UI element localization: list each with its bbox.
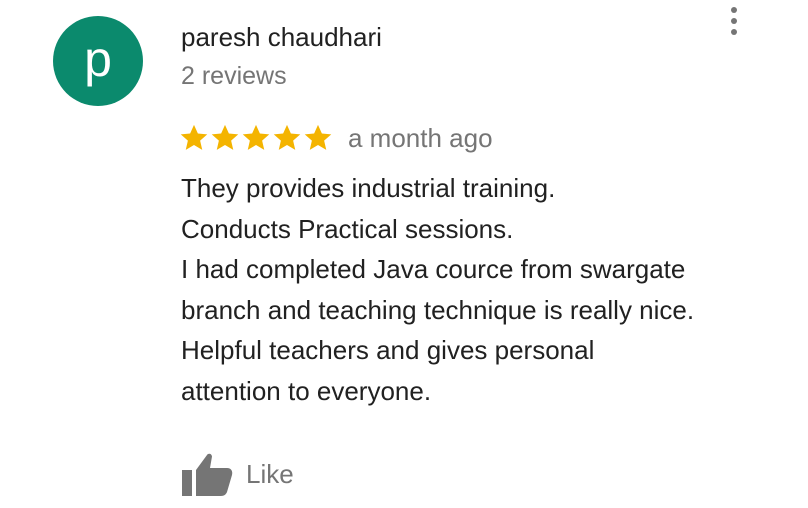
more-vertical-icon-dot (731, 7, 737, 13)
author-name[interactable]: paresh chaudhari (181, 22, 382, 53)
review-text-line: They provides industrial training. (181, 173, 556, 203)
star-icon (211, 124, 239, 150)
thumbs-up-icon (182, 453, 233, 496)
like-button[interactable]: Like (180, 448, 294, 500)
more-options-button[interactable] (718, 0, 750, 42)
star-icon (242, 124, 270, 150)
review-text-line: branch and teaching technique is really … (181, 294, 695, 325)
star-icon (180, 124, 208, 150)
review-text-line: Helpful teachers and gives personal (181, 335, 595, 365)
like-label: Like (246, 458, 294, 489)
more-vertical-icon-dot (731, 29, 737, 35)
review-date: a month ago (348, 122, 493, 153)
star-rating (179, 123, 333, 153)
review-text-line: I had completed Java cource from swargat… (181, 254, 686, 284)
more-vertical-icon-dot (731, 18, 737, 24)
review-text-line: Conducts Practical sessions. (181, 213, 514, 244)
star-icon (304, 124, 332, 150)
review-count: 2 reviews (181, 62, 287, 90)
review-card: p paresh chaudhari 2 reviews a month ago… (0, 0, 808, 508)
star-icon (273, 124, 301, 150)
rating-row: a month ago (179, 120, 493, 156)
review-text: They provides industrial training. Conduc… (181, 168, 781, 411)
avatar-letter: p (84, 31, 112, 87)
avatar[interactable]: p (53, 16, 143, 106)
review-text-line: attention to everyone. (181, 375, 432, 406)
